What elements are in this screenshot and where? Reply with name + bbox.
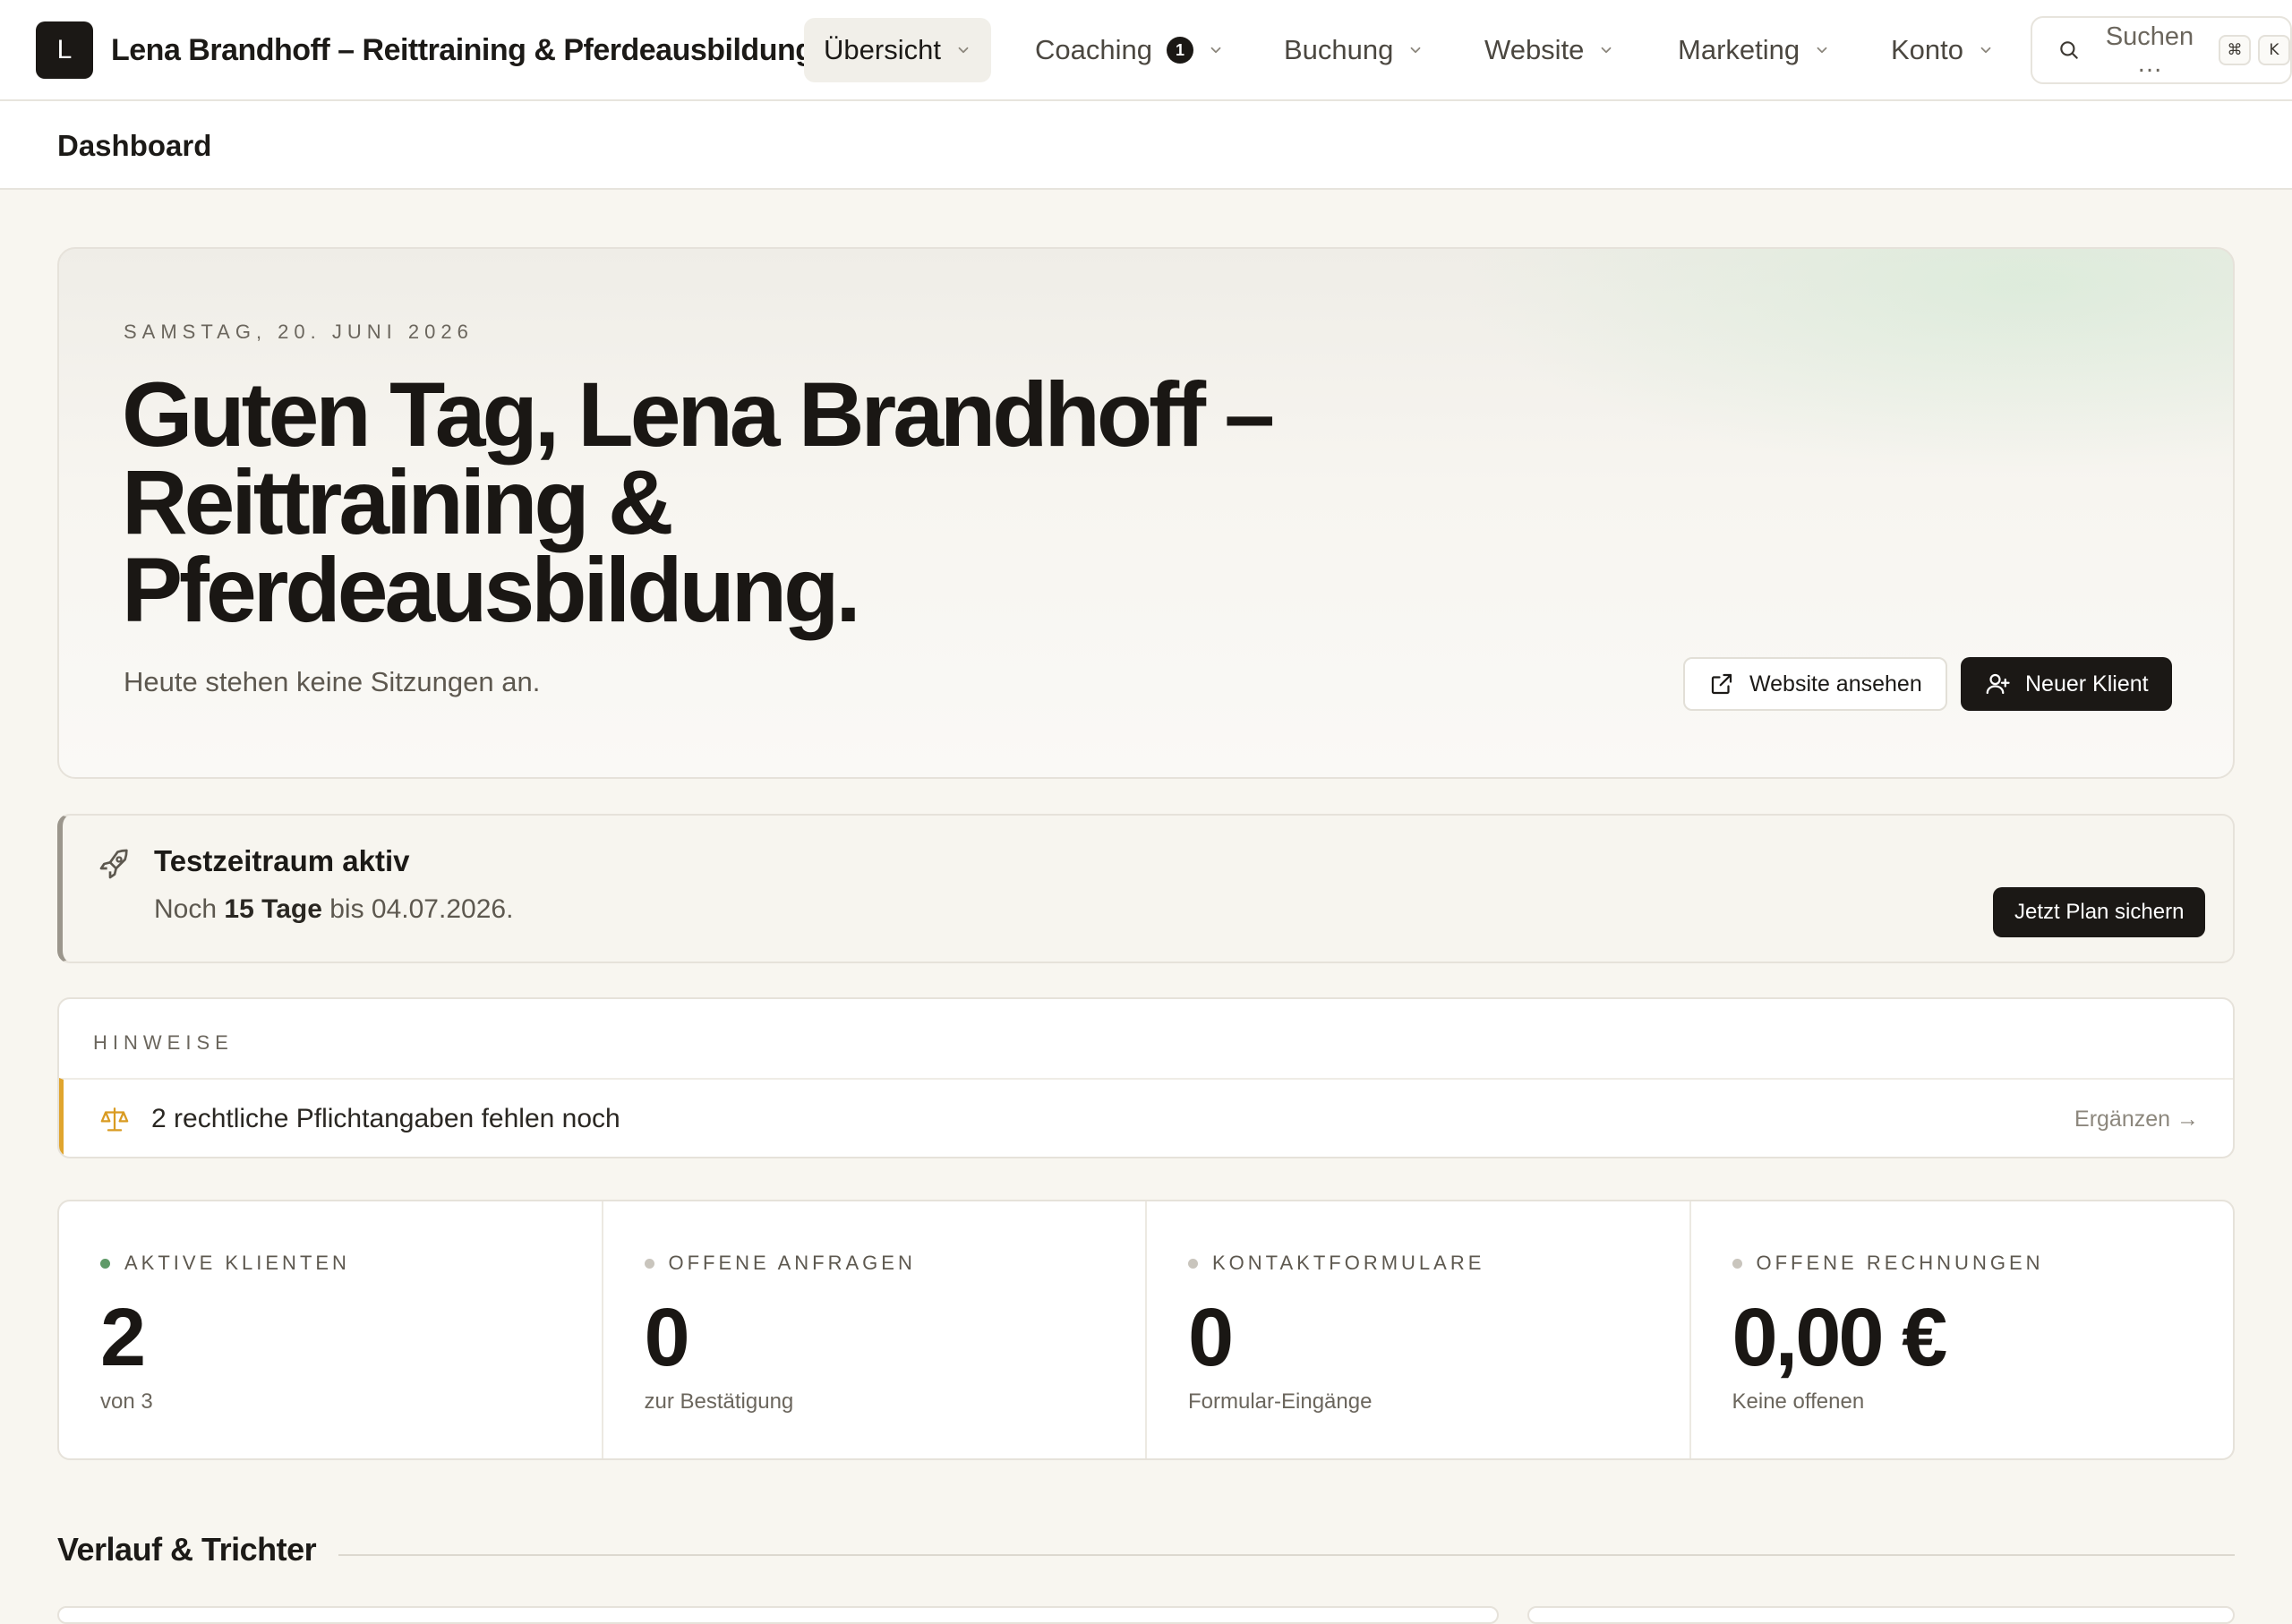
coaching-notification-badge: 1 (1166, 37, 1193, 64)
stat-active-clients[interactable]: AKTIVE KLIENTEN 2 von 3 (59, 1201, 603, 1458)
stat-open-invoices[interactable]: OFFENE RECHNUNGEN 0,00 € Keine offenen (1691, 1201, 2234, 1458)
search-label: Suchen … (2105, 22, 2194, 78)
status-dot (100, 1258, 110, 1269)
greeting-heading: Guten Tag, Lena Brandhoff – Reittraining… (122, 363, 1275, 641)
trial-title: Testzeitraum aktiv (154, 844, 410, 877)
stat-contact-forms[interactable]: KONTAKTFORMULARE 0 Formular-Eingänge (1147, 1201, 1691, 1458)
shortcut-key-k: K (2258, 35, 2290, 65)
new-client-button[interactable]: Neuer Klient (1961, 657, 2172, 711)
hints-panel: HINWEISE 2 rechtliche Pflichtangaben feh… (57, 997, 2235, 1158)
stat-value: 0 (1188, 1292, 1234, 1383)
hint-item[interactable]: 2 rechtliche Pflichtangaben fehlen noch … (59, 1078, 2233, 1157)
today-summary: Heute stehen keine Sitzungen an. (124, 666, 541, 697)
nav-website[interactable]: Website (1465, 18, 1634, 82)
search-icon (2060, 41, 2078, 59)
stat-label-row: KONTAKTFORMULARE (1188, 1252, 1484, 1275)
nav-konto[interactable]: Konto (1871, 18, 2014, 82)
nav-coaching-label: Coaching (1035, 34, 1152, 65)
external-link-icon (1711, 673, 1732, 695)
nav-buchung[interactable]: Buchung (1264, 18, 1443, 82)
stat-value: 0,00 € (1732, 1292, 1948, 1383)
view-website-label: Website ansehen (1749, 671, 1922, 697)
trial-days-remaining: 15 Tage (224, 894, 322, 924)
complete-link[interactable]: Ergänzen → (2074, 1080, 2199, 1157)
current-date: SAMSTAG, 20. JUNI 2026 (124, 321, 474, 343)
nav-marketing[interactable]: Marketing (1658, 18, 1850, 82)
stat-value: 0 (644, 1292, 690, 1383)
stat-value: 2 (100, 1292, 146, 1383)
stat-subtext: zur Bestätigung (644, 1389, 794, 1414)
chevron-down-icon (1602, 47, 1612, 54)
nav-marketing-label: Marketing (1678, 34, 1800, 65)
nav-uebersicht[interactable]: Übersicht (804, 18, 991, 82)
trial-text-suffix: bis 04.07.2026. (329, 894, 514, 924)
stat-label-row: OFFENE ANFRAGEN (644, 1252, 916, 1275)
brand-name[interactable]: Lena Brandhoff – Reittraining & Pferdeau… (111, 0, 814, 101)
nav-coaching[interactable]: Coaching 1 (1015, 18, 1244, 82)
chevron-down-icon (1817, 47, 1827, 54)
trial-remaining-text: Noch 15 Tage bis 04.07.2026. (154, 894, 513, 925)
section-heading: Verlauf & Trichter (57, 1531, 317, 1568)
chevron-down-icon (1980, 47, 1991, 54)
section-divider (338, 1554, 2235, 1556)
stat-subtext: von 3 (100, 1389, 153, 1414)
chart-card-right (1527, 1606, 2235, 1624)
stat-open-requests[interactable]: OFFENE ANFRAGEN 0 zur Bestätigung (603, 1201, 1147, 1458)
nav-buchung-label: Buchung (1284, 34, 1394, 65)
shortcut-key-cmd: ⌘ (2219, 35, 2251, 65)
brand-logo[interactable]: L (36, 21, 93, 79)
stat-label: KONTAKTFORMULARE (1212, 1252, 1485, 1274)
nav-uebersicht-label: Übersicht (824, 34, 941, 65)
search-button[interactable]: Suchen … ⌘ K (2031, 16, 2292, 84)
new-client-label: Neuer Klient (2025, 671, 2149, 697)
brand-logo-letter: L (56, 35, 73, 64)
trial-text-prefix: Noch (154, 894, 218, 924)
stats-panel: AKTIVE KLIENTEN 2 von 3 OFFENE ANFRAGEN … (57, 1200, 2235, 1460)
secure-plan-button[interactable]: Jetzt Plan sichern (1993, 887, 2206, 937)
user-plus-icon (1986, 673, 2010, 695)
view-website-button[interactable]: Website ansehen (1683, 657, 1947, 711)
top-navigation-bar: L Lena Brandhoff – Reittraining & Pferde… (0, 0, 2292, 101)
status-dot (644, 1258, 654, 1269)
hints-heading: HINWEISE (93, 1031, 234, 1054)
stat-label-row: OFFENE RECHNUNGEN (1732, 1252, 2044, 1275)
hint-text: 2 rechtliche Pflichtangaben fehlen noch (151, 1104, 620, 1133)
rocket-icon (99, 849, 128, 879)
page-title: Dashboard (57, 128, 212, 162)
chevron-down-icon (958, 47, 969, 54)
status-dot (1188, 1258, 1198, 1269)
chart-card-left (57, 1606, 1499, 1624)
scale-icon (100, 1107, 129, 1132)
stat-label-row: AKTIVE KLIENTEN (100, 1252, 350, 1275)
stat-label: AKTIVE KLIENTEN (124, 1252, 350, 1274)
nav-website-label: Website (1484, 34, 1585, 65)
chevron-down-icon (1410, 47, 1421, 54)
trial-banner: Testzeitraum aktiv Noch 15 Tage bis 04.0… (57, 814, 2235, 963)
status-dot (1732, 1258, 1742, 1269)
stat-subtext: Keine offenen (1732, 1389, 1865, 1414)
stat-subtext: Formular-Eingänge (1188, 1389, 1373, 1414)
welcome-hero: SAMSTAG, 20. JUNI 2026 Guten Tag, Lena B… (57, 247, 2235, 779)
chevron-down-icon (1210, 47, 1221, 54)
stat-label: OFFENE RECHNUNGEN (1756, 1252, 2044, 1274)
page-header: Dashboard (0, 101, 2292, 190)
stat-label: OFFENE ANFRAGEN (668, 1252, 916, 1274)
nav-konto-label: Konto (1891, 34, 1964, 65)
